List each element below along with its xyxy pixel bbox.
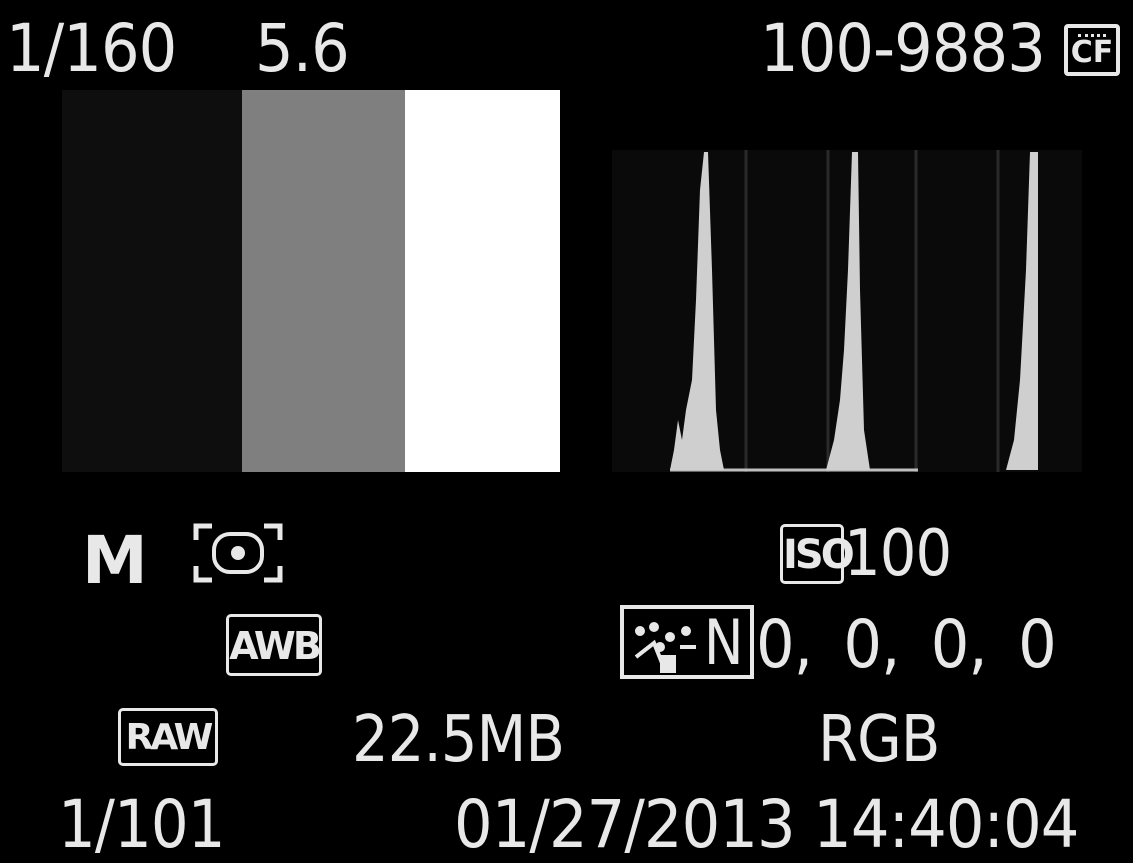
- shooting-mode: M: [82, 522, 148, 599]
- brightness-histogram: [612, 150, 1082, 472]
- aperture-value: 5.6: [255, 10, 350, 87]
- card-type-label: CF: [1070, 35, 1114, 70]
- picture-style-icon: [634, 622, 696, 673]
- thumbnail-gray-segment: [242, 90, 405, 472]
- file-size: 22.5MB: [352, 703, 565, 777]
- iso-badge: ISO: [780, 524, 855, 584]
- shutter-speed: 1/160: [6, 10, 177, 87]
- image-thumbnail: [62, 90, 560, 472]
- playback-number: 1/101: [58, 786, 226, 863]
- evaluative-metering-icon: [193, 523, 283, 583]
- thumbnail-white-segment: [405, 90, 560, 472]
- thumbnail-black-segment: [62, 90, 242, 472]
- picture-style-values: 0, 0, 0, 0: [756, 606, 1057, 683]
- white-balance-badge: AWB: [226, 614, 322, 676]
- image-quality-badge: RAW: [118, 708, 218, 766]
- folder-file-number: 100-9883: [760, 10, 1046, 87]
- picture-style-letter: N: [704, 606, 743, 679]
- color-space: RGB: [818, 703, 940, 777]
- iso-value: 100: [844, 517, 952, 591]
- capture-date-time: 01/27/2013 14:40:04: [454, 786, 1079, 863]
- cf-card-icon: CF: [1064, 24, 1120, 76]
